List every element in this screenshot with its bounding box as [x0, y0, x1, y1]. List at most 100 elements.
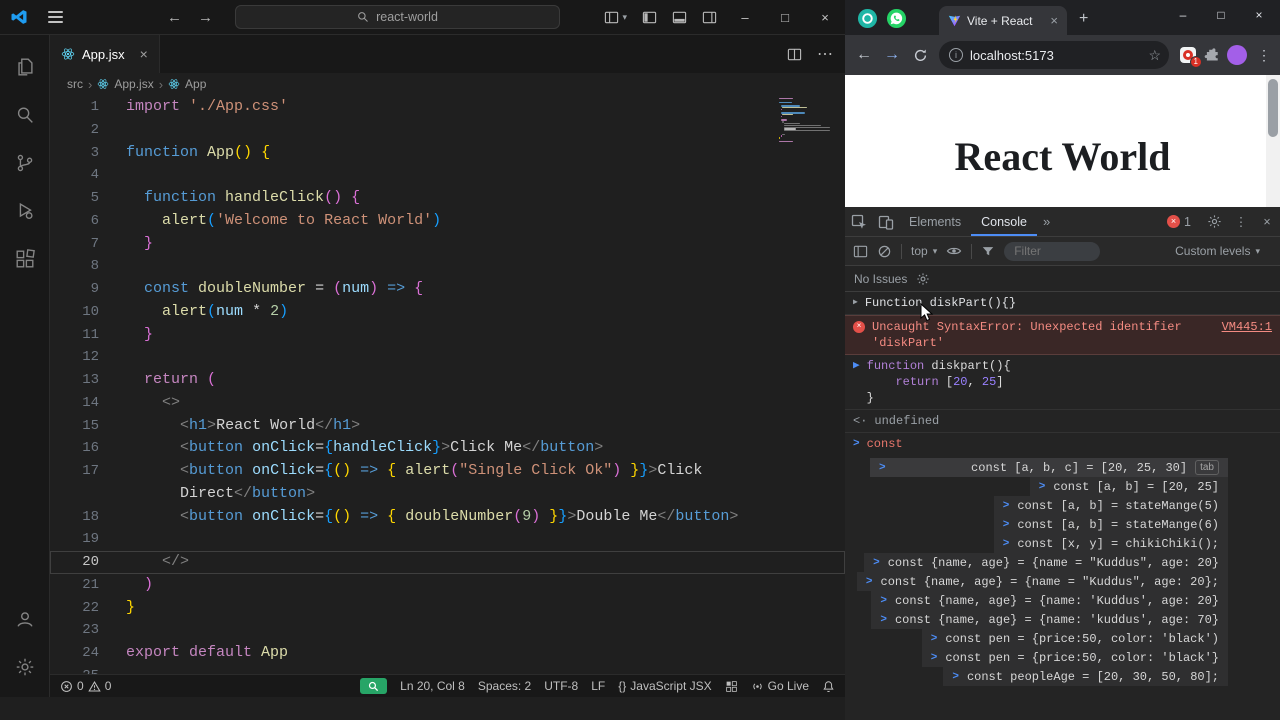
devtools-settings-gear-icon[interactable]: [1201, 214, 1228, 229]
more-tabs-icon[interactable]: »: [1037, 214, 1056, 229]
breadcrumb-symbol[interactable]: App: [185, 77, 206, 91]
filter-funnel-icon[interactable]: [981, 244, 995, 258]
minimize-button[interactable]: –: [1164, 0, 1202, 30]
command-center-search[interactable]: react-world: [235, 5, 560, 29]
code-line[interactable]: 10 alert(num * 2): [50, 301, 845, 324]
line-number[interactable]: 17: [50, 460, 99, 483]
line-number[interactable]: 3: [50, 142, 99, 165]
console-suggestion[interactable]: > const [a, b] = [20, 25]: [1029, 477, 1228, 496]
code-line[interactable]: 13 return (: [50, 369, 845, 392]
expand-triangle-icon[interactable]: ▶: [853, 295, 858, 311]
console-error-indicator[interactable]: × 1: [1167, 215, 1191, 229]
language-mode-status[interactable]: {} JavaScript JSX: [618, 679, 711, 693]
maximize-button[interactable]: □: [765, 0, 805, 35]
devtools-close-icon[interactable]: ×: [1254, 215, 1280, 229]
line-number[interactable]: 12: [50, 346, 99, 369]
console-suggestion[interactable]: > const [a, b, c] = [20, 25, 30] tab: [870, 458, 1228, 477]
nav-back-button[interactable]: ←: [159, 9, 190, 26]
code-line[interactable]: 6 alert('Welcome to React World'): [50, 210, 845, 233]
more-actions-icon[interactable]: ⋯: [817, 44, 833, 64]
toggle-sidebar-icon[interactable]: [642, 10, 657, 25]
status-search-badge[interactable]: [360, 678, 388, 694]
line-number[interactable]: 19: [50, 528, 99, 551]
breadcrumb-file[interactable]: App.jsx: [114, 77, 153, 91]
forward-button[interactable]: →: [879, 46, 905, 64]
line-number[interactable]: 4: [50, 164, 99, 187]
code-line[interactable]: 21 ): [50, 574, 845, 597]
line-number[interactable]: 16: [50, 437, 99, 460]
settings-gear-icon[interactable]: [0, 643, 49, 691]
ports-grid-icon[interactable]: [725, 680, 738, 693]
minimize-button[interactable]: –: [725, 0, 765, 35]
notifications-bell-icon[interactable]: [822, 680, 835, 693]
tab-close-icon[interactable]: ×: [1050, 13, 1058, 28]
extensions-icon[interactable]: [0, 235, 49, 283]
line-number[interactable]: 1: [50, 96, 99, 119]
new-tab-button[interactable]: +: [1079, 10, 1088, 28]
menu-icon[interactable]: [48, 11, 63, 23]
line-number[interactable]: 8: [50, 255, 99, 278]
code-line[interactable]: 1 import './App.css': [50, 96, 845, 119]
issues-label[interactable]: No Issues: [854, 272, 907, 286]
address-bar[interactable]: i localhost:5173 ☆: [939, 41, 1169, 69]
minimap[interactable]: [779, 98, 835, 144]
code-line[interactable]: 24 export default App: [50, 642, 845, 665]
line-number[interactable]: 10: [50, 301, 99, 324]
inspect-element-icon[interactable]: [845, 214, 872, 230]
extensions-puzzle-icon[interactable]: [1203, 47, 1220, 64]
cursor-position-status[interactable]: Ln 20, Col 8: [400, 679, 465, 693]
console-input-row[interactable]: > const: [845, 433, 1280, 455]
line-number[interactable]: 5: [50, 187, 99, 210]
live-expression-eye-icon[interactable]: [946, 243, 962, 259]
line-number[interactable]: [50, 483, 99, 506]
filter-input[interactable]: [1004, 241, 1101, 261]
explorer-icon[interactable]: [0, 43, 49, 91]
whatsapp-icon[interactable]: [886, 8, 907, 29]
browser-menu-icon[interactable]: ⋮: [1254, 47, 1274, 64]
console-suggestion[interactable]: > const pen = {price:50, color: 'black'): [921, 629, 1228, 648]
tab-elements[interactable]: Elements: [899, 207, 971, 236]
console-entry-echo[interactable]: ▶ function diskpart(){ return [20, 25]}: [845, 355, 1280, 410]
console-suggestion[interactable]: > const pen = {price:50, color: 'black'}: [921, 648, 1228, 667]
device-toolbar-icon[interactable]: [872, 214, 899, 230]
code-line[interactable]: 7 }: [50, 233, 845, 256]
console-suggestion[interactable]: > const {name, age} = {name: 'kuddus', ag…: [871, 610, 1228, 629]
console-sidebar-icon[interactable]: [853, 244, 868, 259]
devtools-menu-icon[interactable]: ⋮: [1228, 214, 1254, 229]
console-suggestion[interactable]: > const {name, age} = {name = "Kuddus", a…: [856, 572, 1228, 591]
source-control-icon[interactable]: [0, 139, 49, 187]
code-line[interactable]: 17 <button onClick={() => { alert("Singl…: [50, 460, 845, 483]
browser-tab[interactable]: Vite + React ×: [939, 6, 1067, 35]
code-line[interactable]: 5 function handleClick() {: [50, 187, 845, 210]
run-debug-icon[interactable]: [0, 187, 49, 235]
site-info-icon[interactable]: i: [949, 48, 963, 62]
line-number[interactable]: 6: [50, 210, 99, 233]
line-number[interactable]: 11: [50, 324, 99, 347]
console-suggestion[interactable]: > const peopleAge = [20, 30, 50, 80];: [943, 667, 1228, 686]
code-line[interactable]: 2: [50, 119, 845, 142]
line-number[interactable]: 7: [50, 233, 99, 256]
console-entry-error[interactable]: × Uncaught SyntaxError: Unexpected ident…: [845, 315, 1280, 355]
line-number[interactable]: 24: [50, 642, 99, 665]
search-icon[interactable]: [0, 91, 49, 139]
code-line[interactable]: 20 </>: [50, 551, 845, 574]
tab-console[interactable]: Console: [971, 207, 1037, 236]
console-suggestion[interactable]: > const [a, b] = stateMange(6): [993, 515, 1228, 534]
log-levels-selector[interactable]: Custom levels ▾: [1175, 244, 1260, 258]
line-number[interactable]: 21: [50, 574, 99, 597]
console-log[interactable]: ▶ Function diskPart(){} × Uncaught Synta…: [845, 292, 1280, 720]
line-number[interactable]: 23: [50, 619, 99, 642]
go-live-button[interactable]: Go Live: [751, 679, 809, 693]
page-scrollbar[interactable]: [1266, 75, 1280, 207]
indentation-status[interactable]: Spaces: 2: [478, 679, 531, 693]
console-entry-function-preview[interactable]: ▶ Function diskPart(){}: [845, 292, 1280, 315]
line-number[interactable]: 22: [50, 597, 99, 620]
line-number[interactable]: 14: [50, 392, 99, 415]
console-suggestion[interactable]: > const {name, age} = {name = "Kuddus", a…: [864, 553, 1228, 572]
code-line[interactable]: 18 <button onClick={() => { doubleNumber…: [50, 506, 845, 529]
tab-app-jsx[interactable]: App.jsx ×: [50, 35, 160, 73]
code-editor[interactable]: 1 import './App.css' 2 3 function App() {4 5 …: [50, 95, 845, 674]
line-number[interactable]: 20: [50, 551, 99, 574]
encoding-status[interactable]: UTF-8: [544, 679, 578, 693]
code-line[interactable]: 15 <h1>React World</h1>: [50, 415, 845, 438]
